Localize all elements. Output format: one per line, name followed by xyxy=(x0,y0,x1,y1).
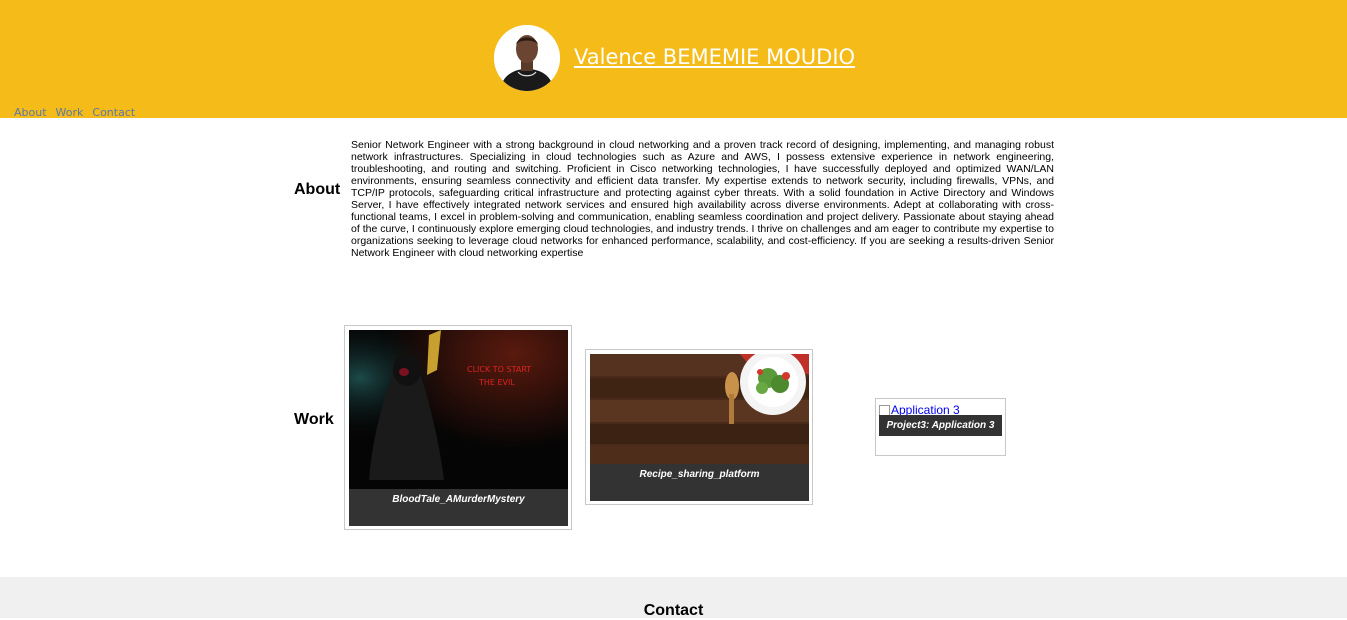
broken-image-icon xyxy=(879,404,890,416)
project-card-application3[interactable]: Application 3 Project3: Application 3 xyxy=(875,398,1006,456)
project-caption: Recipe_sharing_platform xyxy=(590,464,809,501)
main-nav: About Work Contact xyxy=(14,106,135,119)
about-heading: About xyxy=(294,181,341,198)
project-caption: BloodTale_AMurderMystery xyxy=(349,489,568,526)
about-text: Senior Network Engineer with a strong ba… xyxy=(351,139,1054,259)
project-card-recipe[interactable]: Recipe_sharing_platform xyxy=(585,349,813,505)
project-caption: Project3: Application 3 xyxy=(879,415,1002,436)
svg-text:THE EVIL: THE EVIL xyxy=(478,378,515,387)
contact-section: Contact xyxy=(0,577,1347,619)
svg-text:CLICK TO START: CLICK TO START xyxy=(467,365,531,374)
nav-about-link[interactable]: About xyxy=(14,106,47,119)
site-header: Valence BEMEMIE MOUDIO About Work Contac… xyxy=(0,0,1347,119)
project-card-bloodtale[interactable]: CLICK TO START THE EVIL BloodTale_AMurde… xyxy=(344,325,572,530)
work-heading: Work xyxy=(294,411,334,428)
contact-heading: Contact xyxy=(643,602,704,619)
project-thumbnail[interactable]: CLICK TO START THE EVIL xyxy=(349,330,568,489)
nav-contact-link[interactable]: Contact xyxy=(92,106,135,119)
nav-work-link[interactable]: Work xyxy=(56,106,84,119)
profile-avatar xyxy=(494,25,560,91)
site-name-link[interactable]: Valence BEMEMIE MOUDIO xyxy=(574,45,855,69)
project-thumbnail[interactable] xyxy=(590,354,809,464)
